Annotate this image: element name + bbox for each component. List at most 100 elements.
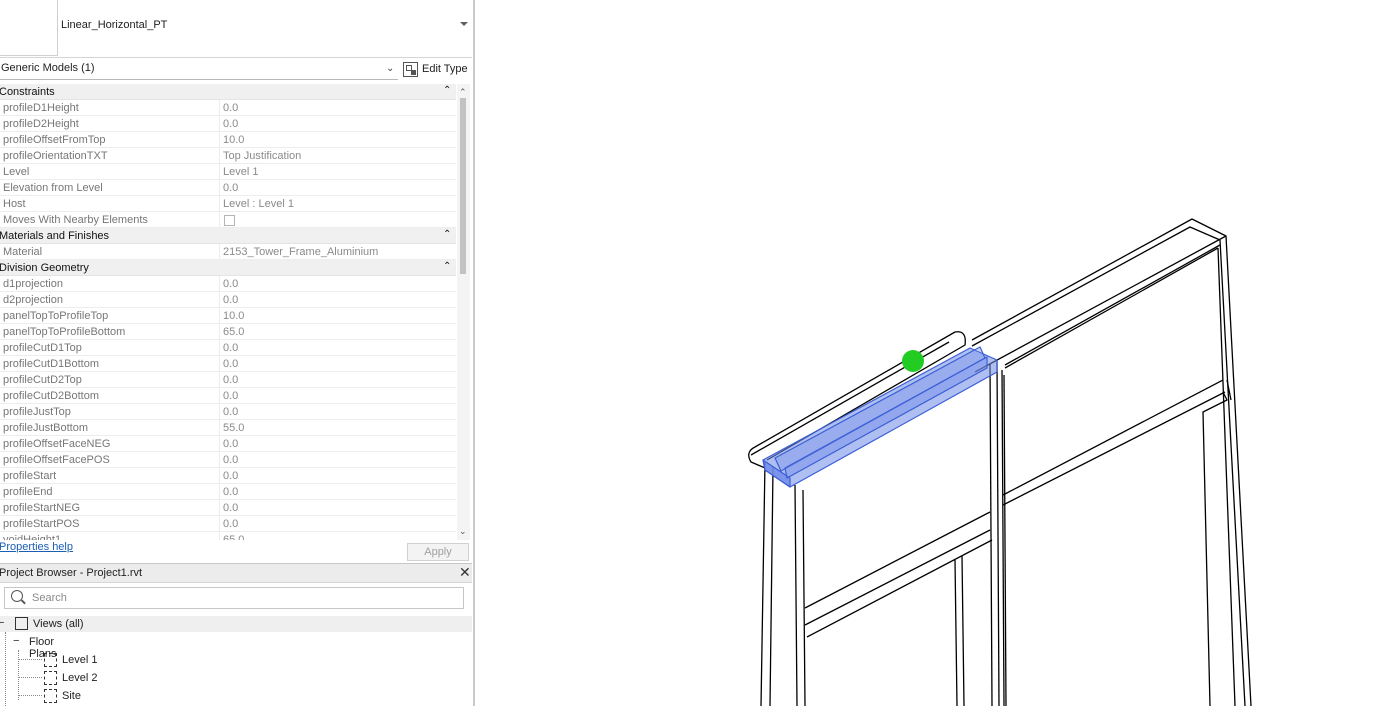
property-row[interactable]: profileCutD2Top 0.0	[0, 372, 456, 388]
property-value[interactable]: Level : Level 1	[223, 198, 294, 210]
property-row[interactable]: Moves With Nearby Elements	[0, 212, 456, 228]
property-row[interactable]: profileCutD1Bottom 0.0	[0, 356, 456, 372]
3d-model-drawing	[748, 218, 1252, 707]
property-value[interactable]: 0.0	[223, 118, 238, 130]
property-value[interactable]: 55.0	[223, 422, 244, 434]
property-row[interactable]: profileJustTop 0.0	[0, 404, 456, 420]
property-value[interactable]: 2153_Tower_Frame_Aluminium	[223, 246, 378, 258]
collapse-chevron-icon[interactable]: ⌃	[443, 229, 451, 240]
tree-item-level-1[interactable]: Level 1	[0, 652, 200, 668]
property-row[interactable]: d2projection 0.0	[0, 292, 456, 308]
dropdown-arrow-icon[interactable]	[460, 22, 468, 26]
scroll-down-icon[interactable]: ⌄	[459, 526, 467, 537]
property-value[interactable]: 0.0	[223, 182, 238, 194]
property-value[interactable]: 0.0	[223, 342, 238, 354]
property-name: d2projection	[3, 294, 63, 306]
edit-type-label: Edit Type	[422, 63, 468, 75]
tree-node-views[interactable]: − Views (all)	[0, 616, 472, 632]
property-value[interactable]: 0.0	[223, 278, 238, 290]
filter-row: Generic Models (1) ⌄ Edit Type	[0, 57, 472, 81]
property-value[interactable]: Level 1	[223, 166, 258, 178]
edit-type-icon	[403, 61, 418, 77]
property-group-title: Division Geometry	[0, 262, 89, 274]
property-value[interactable]: 0.0	[223, 358, 238, 370]
properties-help-link[interactable]: Properties help	[0, 541, 73, 553]
floor-plan-icon	[44, 689, 57, 703]
property-row[interactable]: Elevation from Level 0.0	[0, 180, 456, 196]
property-value[interactable]: 0.0	[223, 486, 238, 498]
property-row[interactable]: profileOffsetFacePOS 0.0	[0, 452, 456, 468]
property-name: profileD2Height	[3, 118, 79, 130]
tree-item-site[interactable]: Site	[0, 688, 200, 704]
property-group[interactable]: Constraints ⌃	[0, 84, 456, 100]
column-divider	[219, 452, 220, 468]
property-row[interactable]: Host Level : Level 1	[0, 196, 456, 212]
collapse-chevron-icon[interactable]: ⌃	[443, 261, 451, 272]
property-value[interactable]: 10.0	[223, 310, 244, 322]
property-value[interactable]: 0.0	[223, 294, 238, 306]
property-value[interactable]: 0.0	[223, 518, 238, 530]
property-value[interactable]: 0.0	[223, 470, 238, 482]
tree-connector	[18, 695, 42, 696]
property-row[interactable]: profileCutD2Bottom 0.0	[0, 388, 456, 404]
column-divider	[219, 100, 220, 116]
property-value[interactable]: 0.0	[223, 406, 238, 418]
property-value[interactable]: 0.0	[223, 390, 238, 402]
property-name: Elevation from Level	[3, 182, 103, 194]
property-group[interactable]: Division Geometry ⌃	[0, 260, 456, 276]
property-row[interactable]: panelTopToProfileTop 10.0	[0, 308, 456, 324]
property-value[interactable]: 0.0	[223, 502, 238, 514]
property-value[interactable]: Top Justification	[223, 150, 301, 162]
scrollbar-thumb[interactable]	[460, 98, 466, 274]
collapse-icon[interactable]: −	[0, 617, 4, 629]
3d-view-canvas[interactable]	[475, 0, 1380, 707]
column-divider	[219, 420, 220, 436]
search-input[interactable]: Search	[4, 587, 464, 609]
property-row[interactable]: Material 2153_Tower_Frame_Aluminium	[0, 244, 456, 260]
property-row[interactable]: voidHeight1 65.0	[0, 532, 456, 540]
property-value[interactable]: 0.0	[223, 102, 238, 114]
property-row[interactable]: panelTopToProfileBottom 65.0	[0, 324, 456, 340]
properties-panel: Linear_Horizontal_PT Generic Models (1) …	[0, 0, 475, 706]
property-row[interactable]: Level Level 1	[0, 164, 456, 180]
property-name: profileStart	[3, 470, 57, 482]
property-value[interactable]: 0.0	[223, 454, 238, 466]
collapse-icon[interactable]: −	[13, 635, 19, 647]
column-divider	[219, 276, 220, 292]
category-filter-dropdown[interactable]: Generic Models (1) ⌄	[0, 57, 398, 80]
property-checkbox[interactable]	[224, 215, 235, 226]
edit-type-button[interactable]: Edit Type	[403, 60, 468, 78]
property-row[interactable]: profileStart 0.0	[0, 468, 456, 484]
property-value[interactable]: 0.0	[223, 438, 238, 450]
property-group[interactable]: Materials and Finishes ⌃	[0, 228, 456, 244]
property-row[interactable]: profileD2Height 0.0	[0, 116, 456, 132]
scroll-up-icon[interactable]: ⌃	[459, 87, 467, 98]
tree-item-level-2[interactable]: Level 2	[0, 670, 200, 686]
type-selector[interactable]: Linear_Horizontal_PT	[0, 0, 472, 58]
property-value[interactable]: 65.0	[223, 534, 244, 540]
property-row[interactable]: profileOffsetFromTop 10.0	[0, 132, 456, 148]
property-row[interactable]: profileStartNEG 0.0	[0, 500, 456, 516]
chevron-down-icon[interactable]: ⌄	[386, 63, 394, 74]
property-row[interactable]: profileEnd 0.0	[0, 484, 456, 500]
close-icon[interactable]: ✕	[459, 564, 471, 581]
property-row[interactable]: profileD1Height 0.0	[0, 100, 456, 116]
property-row[interactable]: profileStartPOS 0.0	[0, 516, 456, 532]
property-row[interactable]: profileJustBottom 55.0	[0, 420, 456, 436]
search-icon	[11, 590, 23, 602]
property-row[interactable]: profileOffsetFaceNEG 0.0	[0, 436, 456, 452]
property-value[interactable]: 0.0	[223, 374, 238, 386]
column-divider	[219, 116, 220, 132]
column-divider	[219, 292, 220, 308]
property-value[interactable]: 65.0	[223, 326, 244, 338]
collapse-chevron-icon[interactable]: ⌃	[443, 85, 451, 96]
property-value[interactable]: 10.0	[223, 134, 244, 146]
property-name: profileCutD2Top	[3, 374, 82, 386]
apply-button[interactable]: Apply	[407, 543, 469, 561]
properties-scrollbar[interactable]: ⌃ ⌄	[457, 84, 470, 540]
property-name: Level	[3, 166, 30, 178]
property-row[interactable]: d1projection 0.0	[0, 276, 456, 292]
property-row[interactable]: profileOrientationTXT Top Justification	[0, 148, 456, 164]
property-row[interactable]: profileCutD1Top 0.0	[0, 340, 456, 356]
column-divider	[219, 180, 220, 196]
